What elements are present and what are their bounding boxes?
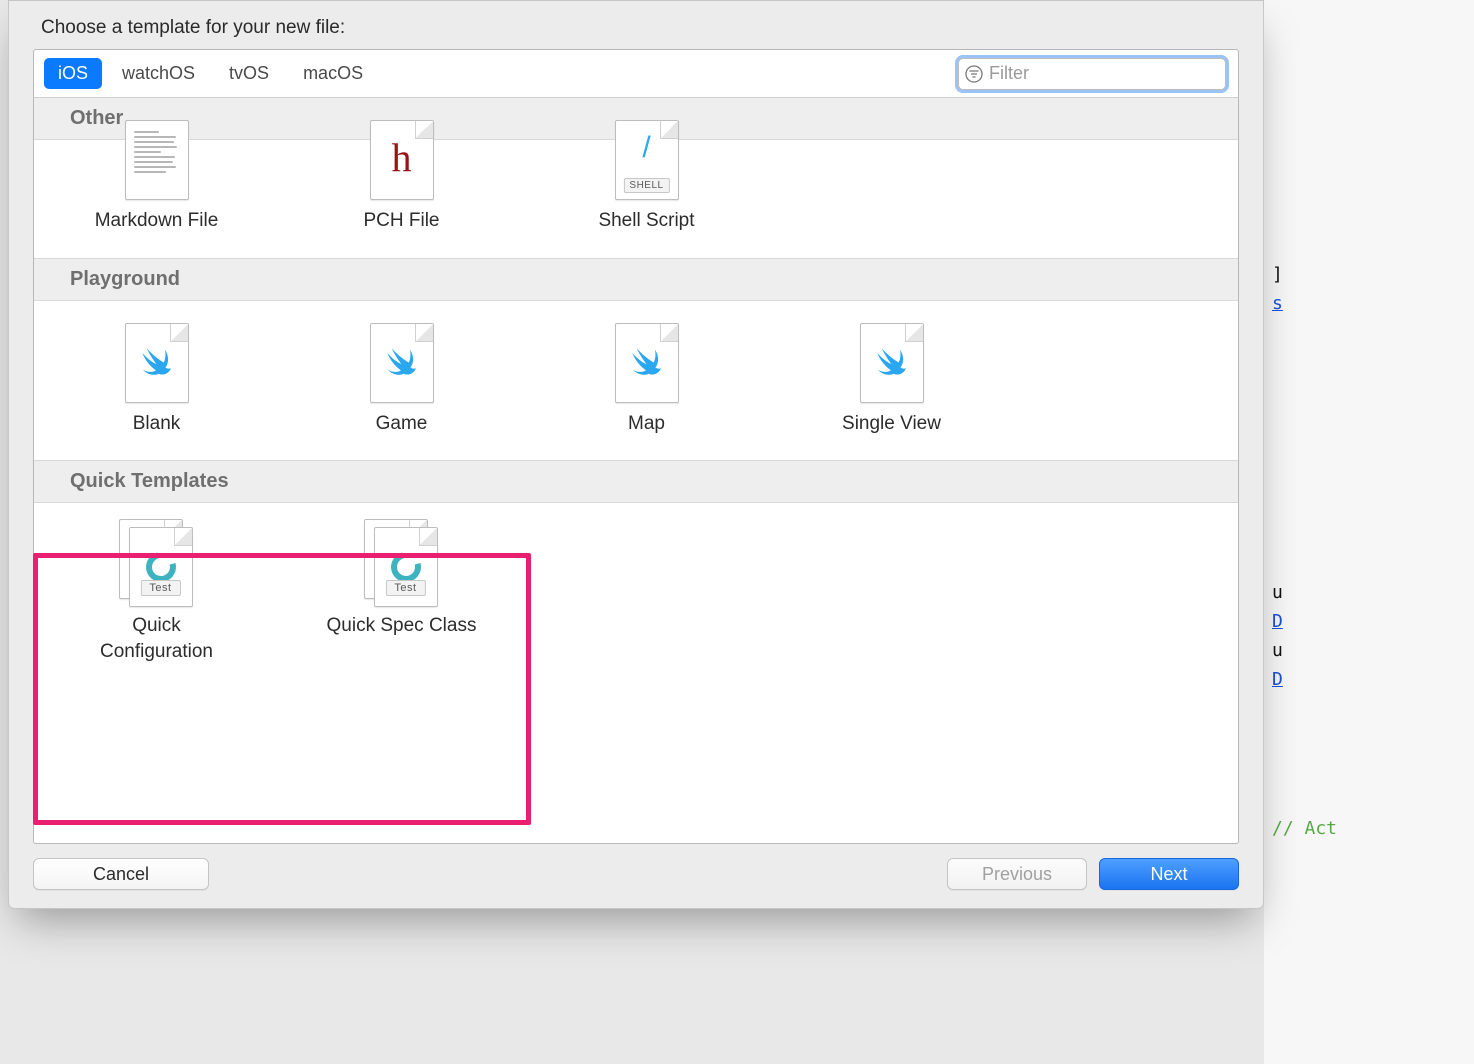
template-frame: iOSwatchOStvOSmacOS OtherMarkdown FilehP… bbox=[33, 49, 1239, 844]
template-item-label: Game bbox=[287, 411, 516, 437]
swift-icon bbox=[777, 301, 1006, 411]
template-item-label: Quick Spec Class bbox=[287, 613, 516, 639]
template-item[interactable]: TestQuick Spec Class bbox=[279, 503, 524, 672]
platform-tab-watchos[interactable]: watchOS bbox=[108, 58, 209, 89]
template-scroll-area[interactable]: OtherMarkdown FilehPCH File/SHELLShell S… bbox=[34, 98, 1238, 843]
section-grid: Markdown File hPCH File/SHELLShell Script bbox=[34, 140, 1238, 258]
filter-field-wrapper[interactable] bbox=[958, 58, 1226, 90]
sheet-title: Choose a template for your new file: bbox=[9, 1, 1263, 49]
template-item[interactable]: Game bbox=[279, 301, 524, 445]
template-item[interactable]: TestQuick Configuration bbox=[34, 503, 279, 672]
cancel-button[interactable]: Cancel bbox=[33, 858, 209, 890]
shell-icon: /SHELL bbox=[532, 134, 761, 208]
new-file-template-sheet: Choose a template for your new file: iOS… bbox=[8, 0, 1264, 909]
previous-button: Previous bbox=[947, 858, 1087, 890]
platform-tab-bar: iOSwatchOStvOSmacOS bbox=[34, 50, 1238, 98]
swift-icon bbox=[42, 301, 271, 411]
quick-icon: Test bbox=[287, 503, 516, 613]
template-item-label: Markdown File bbox=[42, 208, 271, 234]
template-item[interactable]: Map bbox=[524, 301, 769, 445]
template-item-label: Single View bbox=[777, 411, 1006, 437]
section-grid: Blank Game Map Single View bbox=[34, 301, 1238, 461]
template-item-label: Shell Script bbox=[532, 208, 761, 234]
quick-icon: Test bbox=[42, 503, 271, 613]
filter-input[interactable] bbox=[989, 63, 1219, 84]
platform-tab-tvos[interactable]: tvOS bbox=[215, 58, 283, 89]
template-item[interactable]: Single View bbox=[769, 301, 1014, 445]
platform-tab-macos[interactable]: macOS bbox=[289, 58, 377, 89]
section-header-quick-templates: Quick Templates bbox=[34, 460, 1238, 503]
markdown-icon bbox=[42, 134, 271, 208]
filter-icon bbox=[965, 65, 983, 83]
sheet-footer: Cancel Previous Next bbox=[9, 844, 1263, 908]
template-item[interactable]: /SHELLShell Script bbox=[524, 140, 769, 242]
template-item[interactable]: hPCH File bbox=[279, 140, 524, 242]
template-item-label: Map bbox=[532, 411, 761, 437]
swift-icon bbox=[287, 301, 516, 411]
pch-icon: h bbox=[287, 134, 516, 208]
background-editor-strip: ] s u D u D // Act bbox=[1264, 0, 1474, 1064]
template-item-label: PCH File bbox=[287, 208, 516, 234]
template-item-label: Blank bbox=[42, 411, 271, 437]
next-button[interactable]: Next bbox=[1099, 858, 1239, 890]
template-item[interactable]: Markdown File bbox=[34, 140, 279, 242]
section-grid: TestQuick ConfigurationTestQuick Spec Cl… bbox=[34, 503, 1238, 688]
template-item[interactable]: Blank bbox=[34, 301, 279, 445]
swift-icon bbox=[532, 301, 761, 411]
section-header-playground: Playground bbox=[34, 258, 1238, 301]
platform-tab-ios[interactable]: iOS bbox=[44, 58, 102, 89]
template-item-label: Quick Configuration bbox=[42, 613, 271, 664]
